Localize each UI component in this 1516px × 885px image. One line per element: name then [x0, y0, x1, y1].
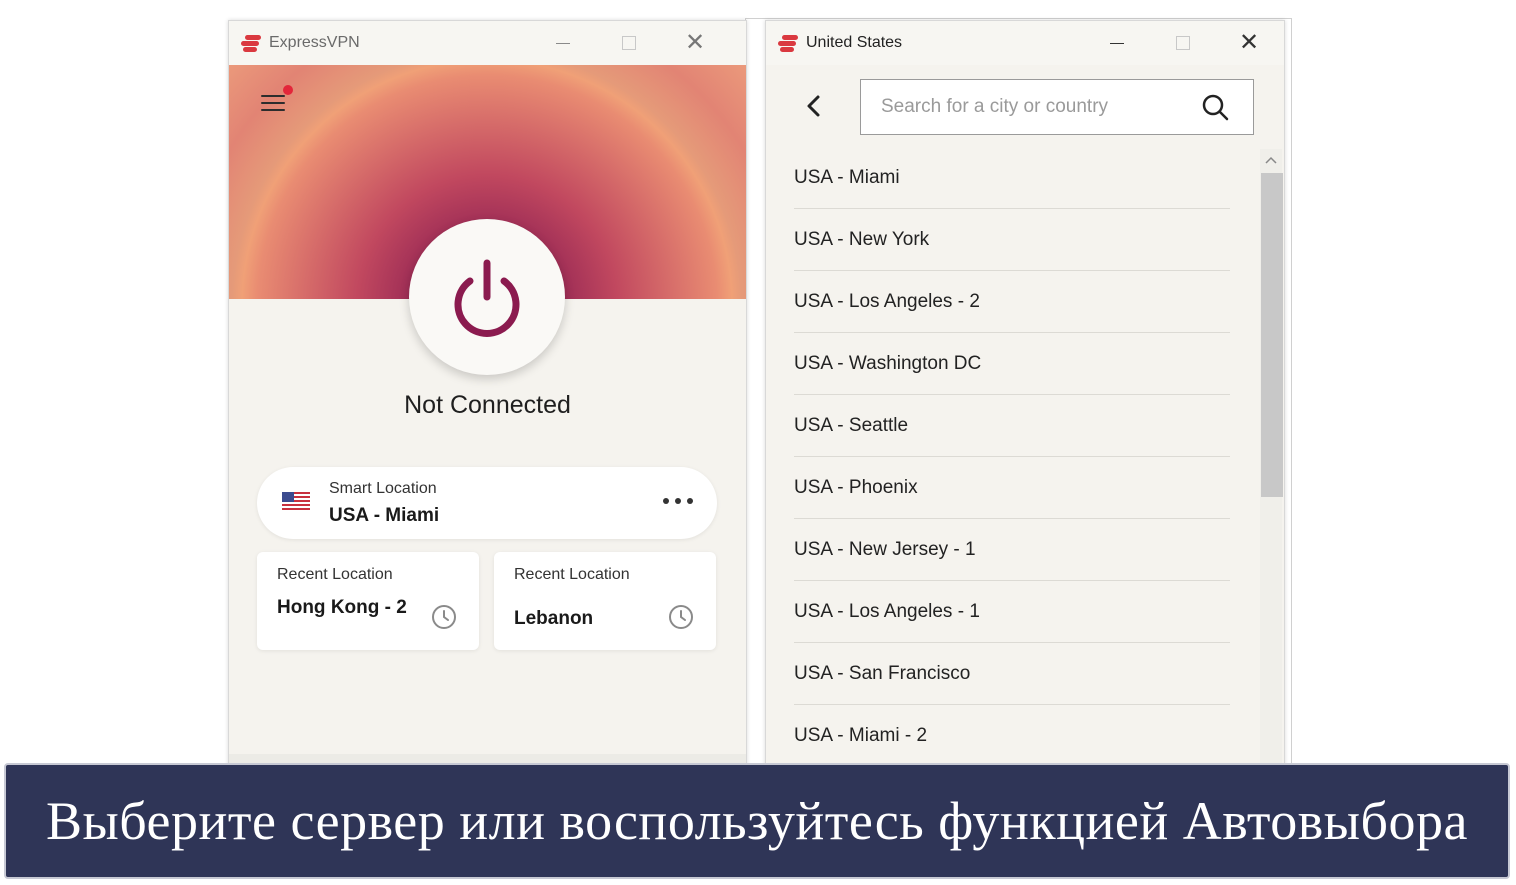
- expressvpn-logo-icon: [241, 35, 263, 52]
- power-button[interactable]: [409, 219, 565, 375]
- location-item[interactable]: USA - Miami: [794, 147, 1230, 209]
- maximize-icon: [1176, 36, 1190, 50]
- location-item[interactable]: USA - Los Angeles - 1: [794, 581, 1230, 643]
- notification-dot: [283, 85, 293, 95]
- location-item[interactable]: USA - San Francisco: [794, 643, 1230, 705]
- maximize-button[interactable]: [596, 21, 662, 65]
- location-item[interactable]: USA - Los Angeles - 2: [794, 271, 1230, 333]
- smart-location-card[interactable]: Smart Location USA - Miami: [257, 467, 717, 539]
- search-box: [860, 79, 1254, 135]
- recent-location-value: Hong Kong - 2: [277, 597, 407, 618]
- window-controls: ✕: [530, 21, 728, 65]
- minimize-button[interactable]: [530, 21, 596, 65]
- scrollbar[interactable]: [1260, 149, 1283, 766]
- window-controls: ✕: [1084, 21, 1282, 65]
- recent-location-value: Lebanon: [514, 608, 594, 629]
- close-icon: ✕: [684, 29, 706, 56]
- location-item[interactable]: USA - New Jersey - 1: [794, 519, 1230, 581]
- close-button[interactable]: ✕: [1216, 21, 1282, 65]
- smart-location-value: USA - Miami: [329, 505, 440, 526]
- hamburger-menu-button[interactable]: [261, 85, 293, 115]
- power-icon: [454, 259, 520, 337]
- maximize-button[interactable]: [1150, 21, 1216, 65]
- clock-icon: [432, 605, 456, 629]
- window-title: ExpressVPN: [269, 34, 360, 51]
- expressvpn-main-window: ExpressVPN ✕ Not Connected Smart Locatio…: [228, 20, 747, 767]
- minimize-icon: [1110, 42, 1124, 44]
- caption-text: Выберите сервер или воспользуйтесь функц…: [46, 791, 1468, 851]
- back-arrow-icon[interactable]: [802, 93, 826, 119]
- recent-location-label: Recent Location: [277, 566, 393, 583]
- expressvpn-logo-icon: [778, 35, 800, 52]
- window-title: United States: [806, 34, 903, 51]
- search-input[interactable]: [861, 80, 1213, 134]
- close-icon: ✕: [1238, 29, 1260, 56]
- recent-location-card[interactable]: Recent Location Hong Kong - 2: [257, 552, 479, 650]
- more-options-button[interactable]: [663, 491, 693, 511]
- location-list: USA - Miami USA - New York USA - Los Ang…: [794, 147, 1230, 766]
- close-button[interactable]: ✕: [662, 21, 728, 65]
- minimize-button[interactable]: [1084, 21, 1150, 65]
- minimize-icon: [556, 42, 570, 44]
- location-item[interactable]: USA - Phoenix: [794, 457, 1230, 519]
- scrollbar-thumb[interactable]: [1261, 173, 1283, 497]
- connection-status: Not Connected: [404, 391, 571, 419]
- recent-location-label: Recent Location: [514, 566, 630, 583]
- maximize-icon: [622, 36, 636, 50]
- location-item[interactable]: USA - New York: [794, 209, 1230, 271]
- search-icon[interactable]: [1201, 93, 1229, 121]
- location-item[interactable]: USA - Seattle: [794, 395, 1230, 457]
- recent-location-card[interactable]: Recent Location Lebanon: [494, 552, 716, 650]
- us-flag-icon: [282, 492, 310, 512]
- title-bar: ExpressVPN ✕: [229, 21, 746, 65]
- caption-banner: Выберите сервер или воспользуйтесь функц…: [4, 763, 1510, 879]
- smart-location-label: Smart Location: [329, 480, 437, 497]
- title-bar: United States ✕: [766, 21, 1284, 65]
- location-item[interactable]: USA - Washington DC: [794, 333, 1230, 395]
- clock-icon: [669, 605, 693, 629]
- scroll-up-arrow-icon[interactable]: [1265, 155, 1277, 165]
- location-picker-window: United States ✕ USA - Miami USA - New Yo…: [765, 20, 1285, 767]
- location-item[interactable]: USA - Miami - 2: [794, 705, 1230, 766]
